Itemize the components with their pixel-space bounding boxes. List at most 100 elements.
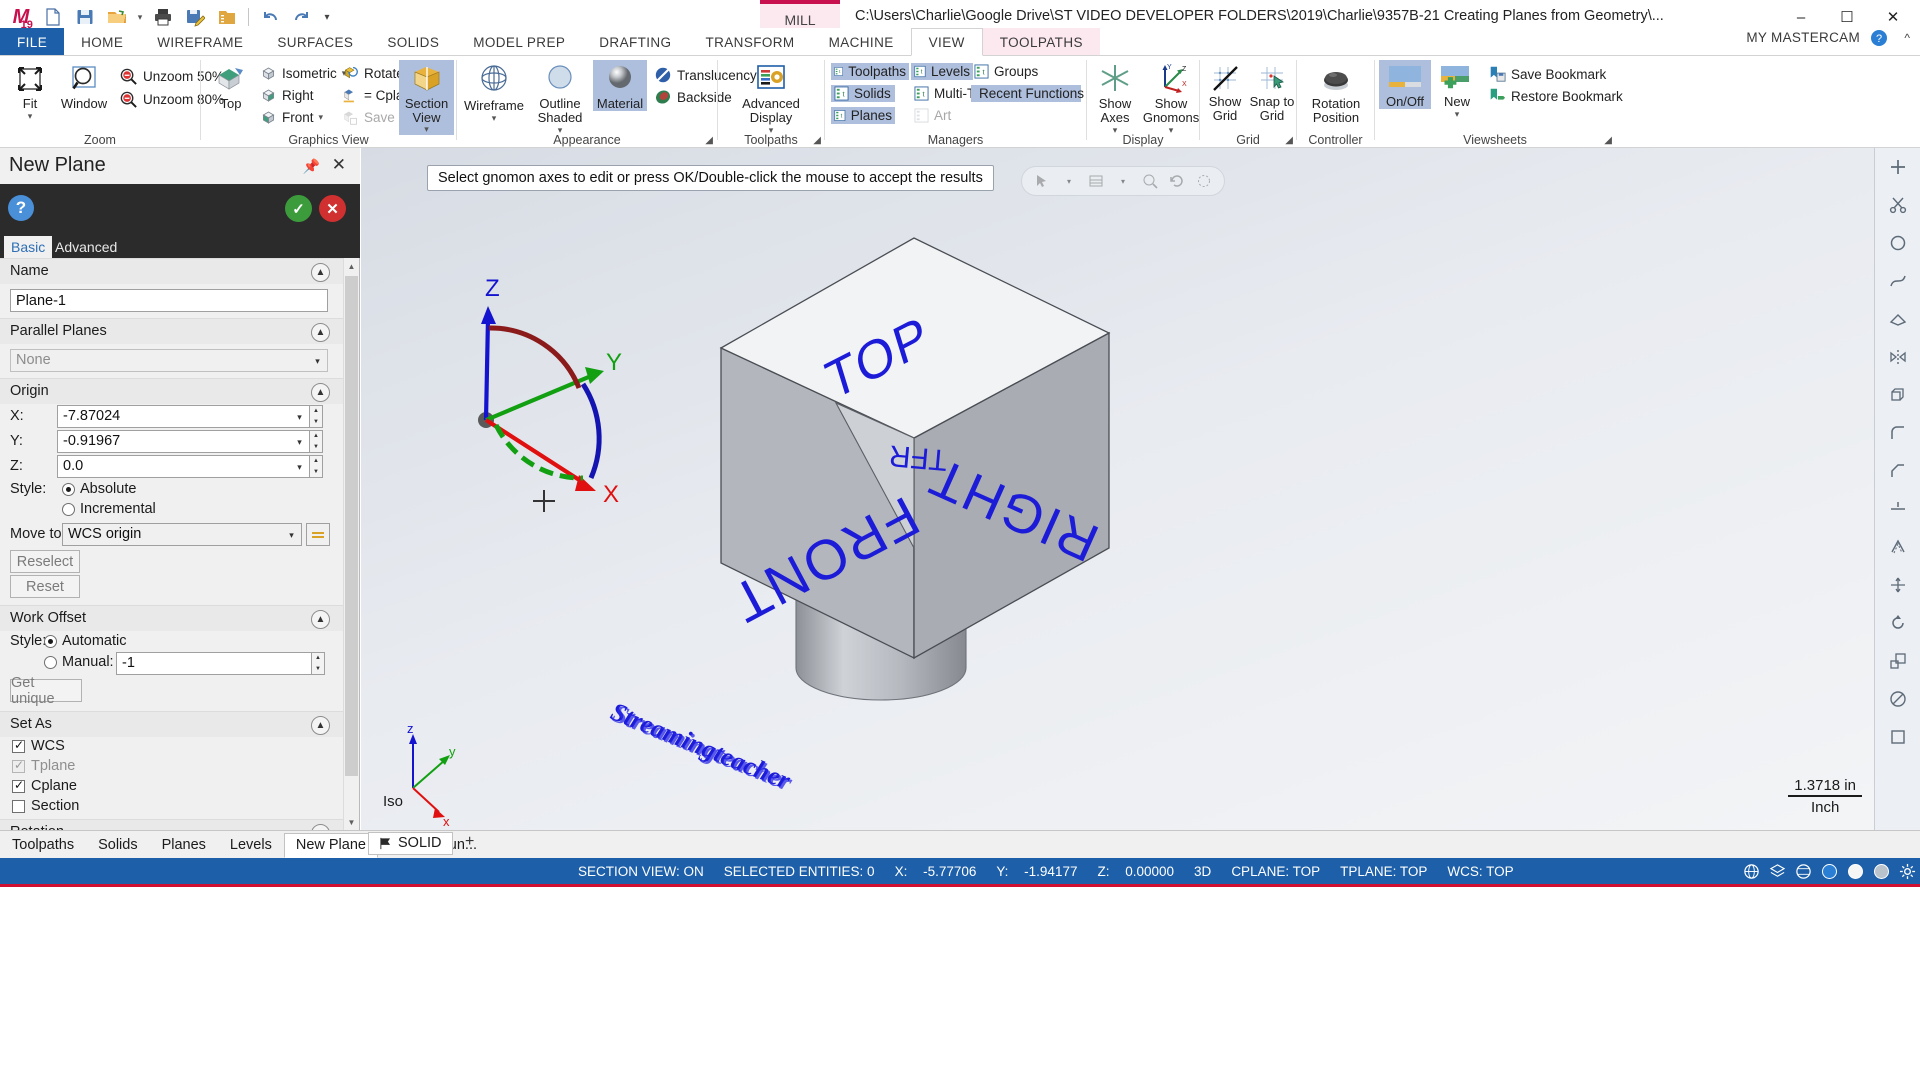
fit-dropdown-icon[interactable]: ▾ <box>28 111 33 122</box>
ribbon-tab-solids[interactable]: SOLIDS <box>370 28 456 56</box>
work-offset-automatic-radio[interactable] <box>44 635 57 648</box>
manager-planes-button[interactable]: t Planes <box>831 107 895 124</box>
origin-y-dropdown-icon[interactable]: ▾ <box>291 432 308 453</box>
origin-x-input[interactable]: -7.87024 ▾ <box>57 405 310 428</box>
ok-button[interactable]: ✓ <box>285 195 312 222</box>
top-view-button[interactable]: Top <box>207 60 255 111</box>
right-view-button[interactable]: Right <box>257 86 317 105</box>
status-y-coordinate[interactable]: Y: -1.94177 <box>986 864 1087 879</box>
offset-icon[interactable] <box>1875 528 1920 566</box>
ribbon-tab-machine[interactable]: MACHINE <box>812 28 911 56</box>
status-wcs[interactable]: WCS: TOP <box>1437 864 1523 879</box>
tab-advanced[interactable]: Advanced <box>48 236 124 258</box>
front-view-button[interactable]: Front ▾ <box>257 108 326 127</box>
set-as-cplane-checkbox[interactable] <box>12 778 25 793</box>
globe2-icon[interactable] <box>1790 858 1816 884</box>
add-viewsheet-button[interactable]: + <box>465 833 474 851</box>
origin-style-absolute-radio[interactable] <box>62 483 75 496</box>
wireframe-button[interactable]: Wireframe ▾ <box>461 60 527 124</box>
outline-shaded-button[interactable]: Outline Shaded ▾ <box>529 60 591 136</box>
layers-icon[interactable] <box>1764 858 1790 884</box>
panel-scrollbar[interactable]: ▲ ▼ <box>343 258 359 830</box>
origin-y-input[interactable]: -0.91967 ▾ <box>57 430 310 453</box>
status-selected-entities[interactable]: SELECTED ENTITIES: 0 <box>714 864 885 879</box>
ribbon-tab-wireframe[interactable]: WIREFRAME <box>140 28 260 56</box>
get-unique-button[interactable]: Get unique <box>10 675 82 707</box>
tab-basic[interactable]: Basic <box>4 236 53 258</box>
snap-to-grid-button[interactable]: Snap to Grid <box>1248 60 1296 123</box>
ribbon-tab-file[interactable]: FILE <box>0 28 65 56</box>
manager-groups-button[interactable]: t Groups <box>971 63 1041 80</box>
parallel-planes-select[interactable]: None ▾ <box>10 349 328 372</box>
print-icon[interactable] <box>148 3 178 31</box>
show-axes-button[interactable]: Show Axes ▾ <box>1089 60 1141 136</box>
help-icon[interactable]: ? <box>1870 29 1888 52</box>
move-to-select[interactable]: WCS origin ▾ <box>62 523 302 546</box>
spline-icon[interactable] <box>1875 262 1920 300</box>
reselect-button[interactable]: Reselect <box>10 550 80 573</box>
section-name-collapse-icon[interactable]: ▲ <box>311 263 330 282</box>
origin-z-input[interactable]: 0.0 ▾ <box>57 455 310 478</box>
section-work-offset-collapse-icon[interactable]: ▲ <box>311 610 330 629</box>
status-cplane[interactable]: CPLANE: TOP <box>1221 864 1330 879</box>
status-x-coordinate[interactable]: X: -5.77706 <box>885 864 987 879</box>
surface-icon[interactable] <box>1875 300 1920 338</box>
globe-icon[interactable] <box>1738 858 1764 884</box>
section-view-button[interactable]: Section View ▾ <box>399 60 454 136</box>
new-file-icon[interactable] <box>38 3 68 31</box>
origin-z-dropdown-icon[interactable]: ▾ <box>291 457 308 478</box>
block-icon[interactable] <box>1875 718 1920 756</box>
origin-x-stepper[interactable]: ▲ ▼ <box>310 405 323 428</box>
section-set-as-collapse-icon[interactable]: ▲ <box>311 716 330 735</box>
grid-dialog-launcher[interactable]: ◢ <box>1285 135 1293 146</box>
save-bookmark-button[interactable]: Save Bookmark <box>1485 64 1609 84</box>
appearance-dialog-launcher[interactable]: ◢ <box>705 135 713 146</box>
origin-y-stepper[interactable]: ▲ ▼ <box>310 430 323 453</box>
set-as-section-checkbox[interactable] <box>12 800 25 813</box>
bottom-tab-new-plane[interactable]: New Plane <box>283 833 378 858</box>
section-origin-collapse-icon[interactable]: ▲ <box>311 383 330 402</box>
wireframe-dropdown-icon[interactable]: ▾ <box>492 113 497 124</box>
status-z-coordinate[interactable]: Z: 0.00000 <box>1087 864 1184 879</box>
isometric-view-button[interactable]: Isometric ▾ <box>257 64 349 83</box>
material-button[interactable]: Material <box>593 60 647 111</box>
restore-bookmark-button[interactable]: Restore Bookmark <box>1485 86 1626 106</box>
folder-list-icon[interactable] <box>212 3 242 31</box>
show-grid-button[interactable]: Show Grid <box>1202 60 1248 123</box>
panel-close-icon[interactable]: ✕ <box>332 155 346 175</box>
scroll-thumb[interactable] <box>345 276 358 776</box>
status-tplane[interactable]: TPLANE: TOP <box>1330 864 1437 879</box>
work-offset-manual-radio[interactable] <box>44 656 57 669</box>
ribbon-tab-surfaces[interactable]: SURFACES <box>260 28 370 56</box>
section-parallel-planes-collapse-icon[interactable]: ▲ <box>311 323 330 342</box>
customize-qat-icon[interactable]: ▾ <box>319 3 335 31</box>
origin-z-stepper[interactable]: ▲ ▼ <box>310 455 323 478</box>
viewsheet-new-dropdown-icon[interactable]: ▾ <box>1455 109 1460 120</box>
pin-icon[interactable]: 📌 <box>303 158 320 175</box>
ribbon-tab-transform[interactable]: TRANSFORM <box>688 28 811 56</box>
set-as-wcs-checkbox[interactable] <box>12 738 25 753</box>
collapse-ribbon-icon[interactable]: ^ <box>1904 31 1910 45</box>
bottom-tab-planes[interactable]: Planes <box>150 833 218 858</box>
zoom-window-button[interactable]: Window <box>56 60 112 111</box>
my-mastercam-link[interactable]: MY MASTERCAM <box>1746 30 1860 45</box>
manager-levels-button[interactable]: t Levels <box>911 63 973 80</box>
viewsheet-onoff-button[interactable]: On/Off <box>1379 60 1431 109</box>
blue-dot-icon[interactable] <box>1816 858 1842 884</box>
work-offset-manual-input[interactable]: -1 <box>116 652 312 675</box>
ribbon-tab-model-prep[interactable]: MODEL PREP <box>456 28 582 56</box>
move-to-dropdown-icon[interactable]: ▾ <box>283 525 300 546</box>
add-icon[interactable] <box>1875 148 1920 186</box>
rotate-tool-icon[interactable] <box>1875 604 1920 642</box>
bottom-tab-levels[interactable]: Levels <box>218 833 284 858</box>
scissors-icon[interactable] <box>1875 186 1920 224</box>
gear-icon[interactable] <box>1894 858 1920 884</box>
scale-icon[interactable] <box>1875 642 1920 680</box>
viewsheet-tab-solid[interactable]: SOLID <box>368 832 453 855</box>
translate-icon[interactable] <box>1875 566 1920 604</box>
status-section-view[interactable]: SECTION VIEW: ON <box>568 864 714 879</box>
save-as-edit-icon[interactable] <box>180 3 210 31</box>
bottom-tab-solids[interactable]: Solids <box>86 833 150 858</box>
scroll-down-icon[interactable]: ▼ <box>344 814 359 830</box>
reset-button[interactable]: Reset <box>10 575 80 598</box>
